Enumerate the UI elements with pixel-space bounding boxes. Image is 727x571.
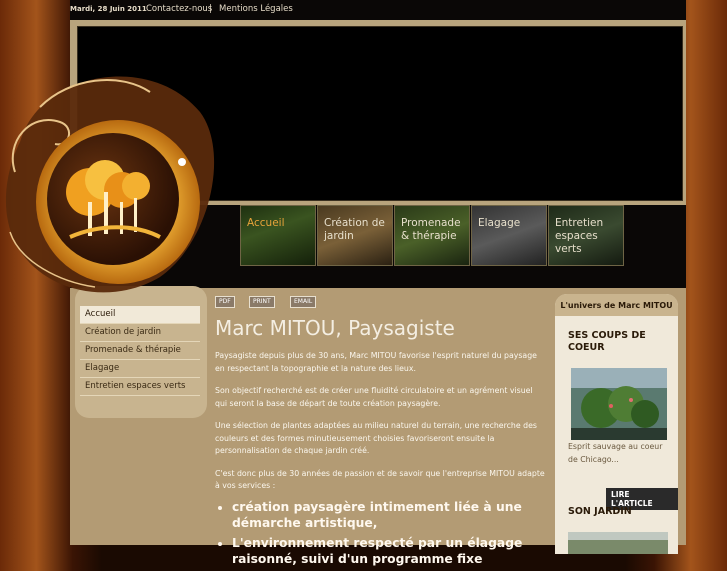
- menu-item-promenade-therapie[interactable]: Promenade & thérapie: [80, 342, 200, 360]
- article-paragraph: Paysagiste depuis plus de 30 ans, Marc M…: [215, 351, 537, 373]
- tab-entretien-espaces-verts[interactable]: Entretien espaces verts: [548, 205, 624, 266]
- tab-accueil[interactable]: Accueil: [240, 205, 316, 266]
- tab-label: Accueil: [247, 217, 285, 229]
- top-bar: Mardi, 28 Juin 2011 Contactez-nous | Men…: [70, 0, 686, 20]
- page-title: Marc MITOU, Paysagiste: [215, 316, 455, 340]
- section-title-coups-de-coeur: SES COUPS DE COEUR: [568, 330, 646, 353]
- tab-label: Elagage: [478, 217, 521, 229]
- services-list: création paysagère intimement liée à une…: [215, 499, 545, 567]
- left-menu: Accueil Création de jardin Promenade & t…: [75, 286, 207, 418]
- menu-item-entretien-espaces-verts[interactable]: Entretien espaces verts: [80, 378, 200, 396]
- email-button[interactable]: EMAIL: [290, 296, 317, 308]
- garden-photo[interactable]: [568, 532, 668, 554]
- tab-creation-de-jardin[interactable]: Création de jardin: [317, 205, 393, 266]
- article-paragraph: Son objectif recherché est de créer une …: [215, 386, 533, 408]
- sidebar-header: L'univers de Marc MITOU: [555, 294, 678, 316]
- section-title-son-jardin: SON JARDIN: [568, 506, 632, 517]
- article-paragraph: C'est donc plus de 30 années de passion …: [215, 468, 545, 491]
- date-label: Mardi, 28 Juin 2011: [70, 5, 147, 13]
- menu-item-accueil[interactable]: Accueil: [80, 306, 200, 324]
- topbar-separator: |: [209, 4, 212, 14]
- menu-item-elagage[interactable]: Elagage: [80, 360, 200, 378]
- tab-label: Promenade & thérapie: [401, 217, 461, 242]
- pdf-button[interactable]: PDF: [215, 296, 235, 308]
- tab-promenade-therapie[interactable]: Promenade & thérapie: [394, 205, 470, 266]
- list-item: création paysagère intimement liée à une…: [232, 499, 545, 531]
- right-sidebar: L'univers de Marc MITOU SES COUPS DE COE…: [555, 294, 678, 554]
- featured-caption: Esprit sauvage au coeur de Chicago...: [568, 442, 663, 464]
- site-logo[interactable]: [0, 52, 215, 302]
- featured-photo[interactable]: [571, 368, 667, 440]
- article-paragraph: Une sélection de plantes adaptées au mil…: [215, 421, 537, 455]
- tab-elagage[interactable]: Elagage: [471, 205, 547, 266]
- article: Marc MITOU, Paysagiste Paysagiste depuis…: [215, 316, 545, 571]
- content-area: Accueil Création de jardin Promenade & t…: [70, 268, 686, 566]
- list-item: L'environnement respecté par un élagage …: [232, 535, 545, 567]
- legal-link[interactable]: Mentions Légales: [219, 4, 293, 14]
- contact-link[interactable]: Contactez-nous: [146, 4, 212, 14]
- menu-item-creation-de-jardin[interactable]: Création de jardin: [80, 324, 200, 342]
- print-button[interactable]: PRINT: [249, 296, 275, 308]
